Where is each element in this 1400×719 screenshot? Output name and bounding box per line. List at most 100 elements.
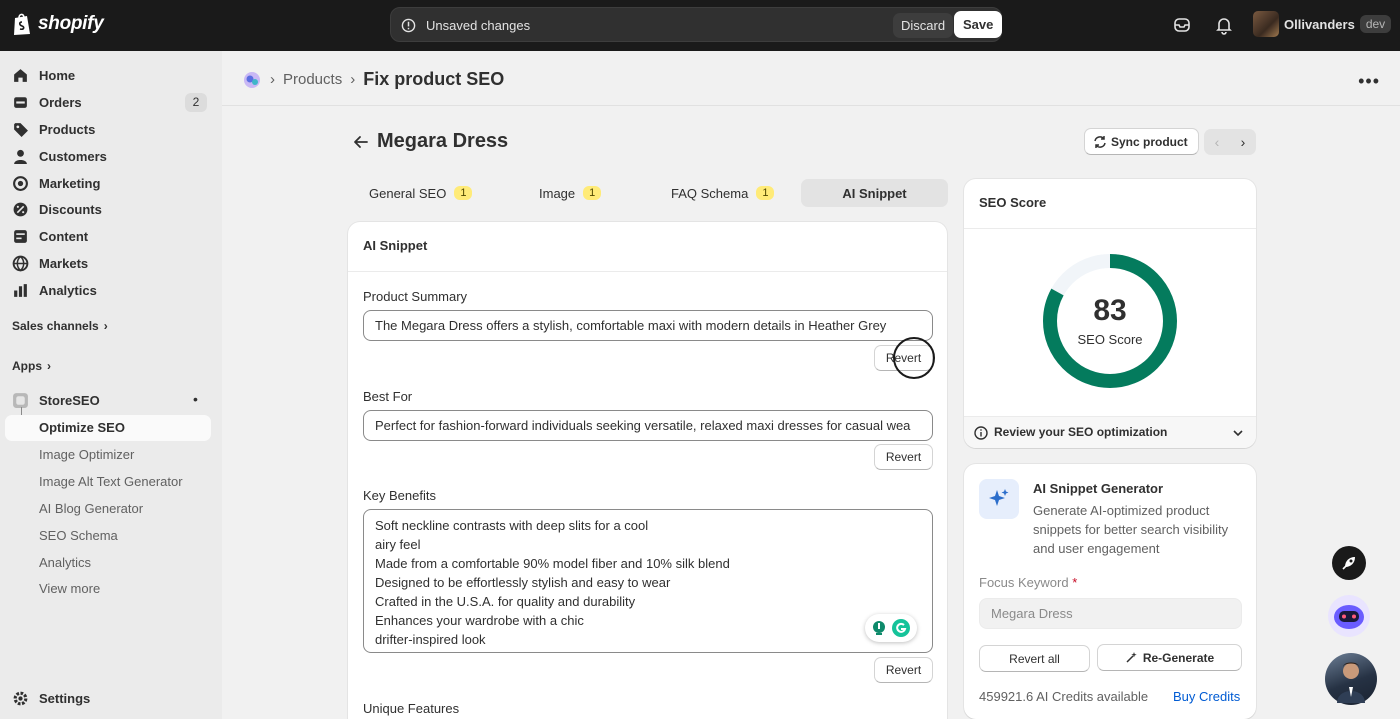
sales-channels-section[interactable]: Sales channels › [12,319,108,333]
regenerate-button[interactable]: Re-Generate [1097,644,1242,671]
tab-badge: 1 [583,186,602,200]
sidebar-subitem-image-alt-text[interactable]: Image Alt Text Generator [39,474,183,489]
grammarly-pin-icon [873,621,885,635]
sidebar-item-label: Analytics [39,282,97,298]
chatbot-float-button[interactable] [1328,595,1370,637]
product-summary-label: Product Summary [363,289,468,304]
breadcrumb-products-link[interactable]: Products [283,71,342,88]
revert-key-benefits-button[interactable]: Revert [874,657,933,683]
sidebar-item-settings[interactable]: Settings [12,686,90,710]
sidebar-item-label: Marketing [39,175,101,191]
inbox-icon[interactable] [1172,15,1192,35]
review-seo-label: Review your SEO optimization [994,425,1168,439]
sidebar-item-markets[interactable]: Markets [12,251,88,275]
pagination: ‹ › [1204,129,1256,155]
seo-score-title: SEO Score [979,195,1047,210]
seo-tabs: General SEO 1 Image 1 FAQ Schema 1 AI Sn… [347,179,948,207]
page-title: Megara Dress [377,130,509,152]
sidebar-item-home[interactable]: Home [12,63,75,87]
home-icon [14,68,27,82]
top-bar: shopify Unsaved changes Discard Save Oll… [0,0,1400,51]
sidebar-item-content[interactable]: Content [12,224,88,248]
pin-dot-icon[interactable]: • [193,391,198,407]
sidebar-subitem-image-optimizer[interactable]: Image Optimizer [39,447,134,462]
content-icon [14,229,27,243]
next-chevron-icon[interactable]: › [1230,129,1256,155]
shopify-logo[interactable]: shopify [12,12,104,36]
magic-wand-icon [1126,652,1137,663]
focus-keyword-input[interactable] [979,598,1242,629]
tab-ai-snippet[interactable]: AI Snippet [801,179,948,207]
back-arrow-icon[interactable] [352,133,370,151]
tab-general-seo[interactable]: General SEO 1 [369,179,473,207]
discount-icon [13,202,28,216]
focus-keyword-label: Focus Keyword * [979,575,1077,590]
tab-label: FAQ Schema [671,185,749,201]
sidebar-item-customers[interactable]: Customers [12,144,107,168]
chevron-down-icon [1233,430,1243,437]
key-benefits-textarea[interactable]: Soft neckline contrasts with deep slits … [363,509,933,653]
generator-description: Generate AI-optimized product snippets f… [1033,503,1229,556]
best-for-input[interactable]: Perfect for fashion-forward individuals … [363,410,933,441]
main-content: › Products › Fix product SEO ••• Megara … [222,51,1400,719]
sidebar-subitem-ai-blog[interactable]: AI Blog Generator [39,501,143,516]
store-name: Ollivanders [1284,16,1355,32]
sidebar-item-orders[interactable]: Orders [12,90,82,114]
more-actions-icon[interactable]: ••• [1358,71,1380,92]
ai-snippet-card: AI Snippet Product Summary The Megara Dr… [348,222,947,719]
grammarly-g-icon [892,619,910,637]
rocket-float-button[interactable] [1332,546,1366,580]
revert-all-button[interactable]: Revert all [979,645,1090,672]
tab-image[interactable]: Image 1 [539,179,602,207]
revert-best-for-button[interactable]: Revert [874,444,933,470]
generator-title: AI Snippet Generator [1033,481,1164,496]
sidebar-subitem-view-more[interactable]: View more [39,581,100,596]
review-seo-toggle[interactable]: Review your SEO optimization [964,416,1256,448]
buy-credits-link[interactable]: Buy Credits [1173,689,1240,704]
bell-icon[interactable] [1214,15,1234,35]
chevron-right-icon: › [103,319,108,333]
sync-product-button[interactable]: Sync product [1084,128,1199,155]
ai-credits-text: 459921.6 AI Credits available [979,689,1149,704]
chevron-right-icon: › [47,359,51,373]
target-icon [13,175,28,191]
sidebar-subitem-optimize-seo[interactable]: Optimize SEO [5,415,211,441]
sparkle-icon [989,489,1009,506]
benefit-line: Made from a comfortable 90% model fiber … [375,556,730,571]
refresh-icon [1094,136,1106,148]
benefit-line: Soft neckline contrasts with deep slits … [375,518,649,533]
sidebar-item-label: Home [39,67,76,83]
card-divider [348,271,947,272]
sidebar-item-label: Discounts [39,201,102,217]
sidebar-item-marketing[interactable]: Marketing [12,171,100,195]
grammarly-widget[interactable] [865,614,917,642]
support-agent-avatar[interactable] [1325,653,1377,705]
sidebar-item-discounts[interactable]: Discounts [12,197,102,221]
product-summary-input[interactable]: The Megara Dress offers a stylish, comfo… [363,310,933,341]
discard-button[interactable]: Discard [893,13,954,38]
unsaved-changes-bar: Unsaved changes Discard Save [390,7,1003,42]
sales-channels-label: Sales channels [12,319,99,333]
sidebar-item-label: Content [39,228,89,244]
save-button[interactable]: Save [954,11,1003,38]
header-divider [222,105,1400,106]
sidebar-item-label: Orders [39,94,82,110]
store-switcher[interactable]: Ollivanders dev [1253,11,1392,37]
tab-faq-schema[interactable]: FAQ Schema 1 [671,179,775,207]
storeseo-logo-icon[interactable] [242,70,262,90]
sidebar-subitem-analytics[interactable]: Analytics [39,555,91,570]
focus-keyword-text: Focus Keyword [979,575,1069,590]
shopify-bag-icon [14,13,30,35]
sidebar-item-analytics[interactable]: Analytics [12,278,97,302]
apps-section[interactable]: Apps › [12,359,51,373]
shopify-wordmark: shopify [38,13,104,34]
benefit-line: airy feel [375,537,421,552]
robot-icon [1334,605,1364,629]
alert-circle-icon [401,18,416,33]
previous-chevron-icon[interactable]: ‹ [1204,129,1230,155]
gear-icon [13,691,28,705]
rocket-icon [1342,557,1355,570]
card-divider [964,228,1256,229]
sidebar-item-products[interactable]: Products [12,117,95,141]
sidebar-subitem-seo-schema[interactable]: SEO Schema [39,528,118,543]
